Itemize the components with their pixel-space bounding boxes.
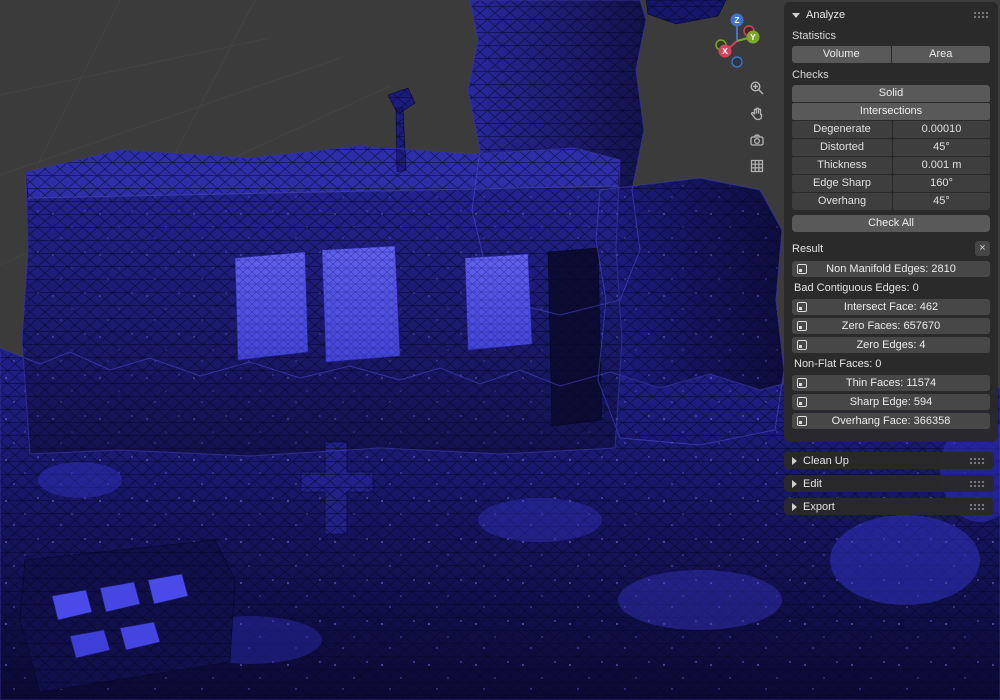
result-overhang-face-button[interactable]: Overhang Face: 366358 [792, 413, 990, 429]
panel-header-clean-up[interactable]: Clean Up [784, 452, 994, 469]
overhang-value-field[interactable]: 45° [893, 193, 990, 210]
panel-title: Clean Up [803, 454, 849, 467]
drag-grip-icon[interactable] [973, 11, 990, 19]
distorted-check-button[interactable]: Distorted [792, 139, 892, 156]
result-sharp-edge-button[interactable]: Sharp Edge: 594 [792, 394, 990, 410]
zoom-icon[interactable] [749, 80, 765, 96]
result-zero-faces-button[interactable]: Zero Faces: 657670 [792, 318, 990, 334]
mesh-windows [234, 245, 533, 363]
grid-ortho-icon[interactable] [749, 158, 765, 174]
select-mode-icon [797, 378, 807, 388]
camera-icon[interactable] [749, 132, 765, 148]
chevron-right-icon [792, 456, 797, 465]
solid-check-button[interactable]: Solid [792, 85, 990, 102]
panel-header-export[interactable]: Export [784, 498, 994, 515]
edge-sharp-value-field[interactable]: 160° [893, 175, 990, 192]
result-label-text: Overhang Face: 366358 [831, 415, 951, 427]
drag-grip-icon[interactable] [969, 502, 986, 511]
checks-label: Checks [792, 69, 829, 81]
close-icon[interactable]: × [975, 241, 990, 256]
result-intersect-face-button[interactable]: Intersect Face: 462 [792, 299, 990, 315]
check-row-edge-sharp: Edge Sharp 160° [792, 175, 990, 192]
select-mode-icon [797, 416, 807, 426]
select-mode-icon [797, 321, 807, 331]
check-row-distorted: Distorted 45° [792, 139, 990, 156]
panel-header-analyze[interactable]: Analyze [792, 6, 990, 24]
volume-button[interactable]: Volume [792, 46, 891, 63]
select-mode-icon [797, 340, 807, 350]
result-thin-faces-button[interactable]: Thin Faces: 11574 [792, 375, 990, 391]
check-row-thickness: Thickness 0.001 m [792, 157, 990, 174]
statistics-label: Statistics [792, 30, 837, 42]
degenerate-check-button[interactable]: Degenerate [792, 121, 892, 138]
select-mode-icon [797, 397, 807, 407]
panel-title: Export [803, 500, 835, 513]
chevron-down-icon [792, 12, 800, 18]
result-label-text: Non Manifold Edges: 2810 [826, 263, 956, 275]
thickness-check-button[interactable]: Thickness [792, 157, 892, 174]
distorted-value-field[interactable]: 45° [893, 139, 990, 156]
chevron-right-icon [792, 479, 797, 488]
chevron-right-icon [792, 502, 797, 511]
gizmo-y-label: Y [750, 32, 756, 42]
blender-window: Z Y X Analyze Statistics Volume Area Che… [0, 0, 1000, 700]
area-button[interactable]: Area [891, 46, 990, 63]
result-label-text: Zero Faces: 657670 [841, 320, 941, 332]
result-non-flat-text: Non-Flat Faces: 0 [794, 358, 882, 370]
panel-header-edit[interactable]: Edit [784, 475, 994, 492]
panel-title: Analyze [806, 9, 846, 21]
result-label: Result [792, 242, 824, 255]
overhang-check-button[interactable]: Overhang [792, 193, 892, 210]
check-row-overhang: Overhang 45° [792, 193, 990, 210]
drag-grip-icon[interactable] [969, 456, 986, 465]
drag-grip-icon[interactable] [969, 479, 986, 488]
result-label-text: Zero Edges: 4 [856, 339, 926, 351]
gizmo-z-label: Z [734, 15, 739, 25]
result-label-text: Thin Faces: 11574 [845, 377, 937, 389]
result-bad-contiguous-text: Bad Contiguous Edges: 0 [794, 282, 919, 294]
gizmo-x-label: X [722, 46, 728, 56]
check-row-degenerate: Degenerate 0.00010 [792, 121, 990, 138]
gizmo-neg-z[interactable] [731, 56, 743, 68]
degenerate-value-field[interactable]: 0.00010 [893, 121, 990, 138]
thickness-value-field[interactable]: 0.001 m [893, 157, 990, 174]
sidebar-panel-analyze: Analyze Statistics Volume Area Checks So… [784, 2, 998, 442]
result-label-text: Sharp Edge: 594 [849, 396, 933, 408]
select-mode-icon [797, 302, 807, 312]
result-zero-edges-button[interactable]: Zero Edges: 4 [792, 337, 990, 353]
intersections-check-button[interactable]: Intersections [792, 103, 990, 120]
edge-sharp-check-button[interactable]: Edge Sharp [792, 175, 892, 192]
select-mode-icon [797, 264, 807, 274]
result-non-manifold-button[interactable]: Non Manifold Edges: 2810 [792, 261, 990, 277]
result-label-text: Intersect Face: 462 [843, 301, 939, 313]
pan-hand-icon[interactable] [749, 106, 765, 122]
panel-title: Edit [803, 477, 822, 490]
check-all-button[interactable]: Check All [792, 215, 990, 232]
